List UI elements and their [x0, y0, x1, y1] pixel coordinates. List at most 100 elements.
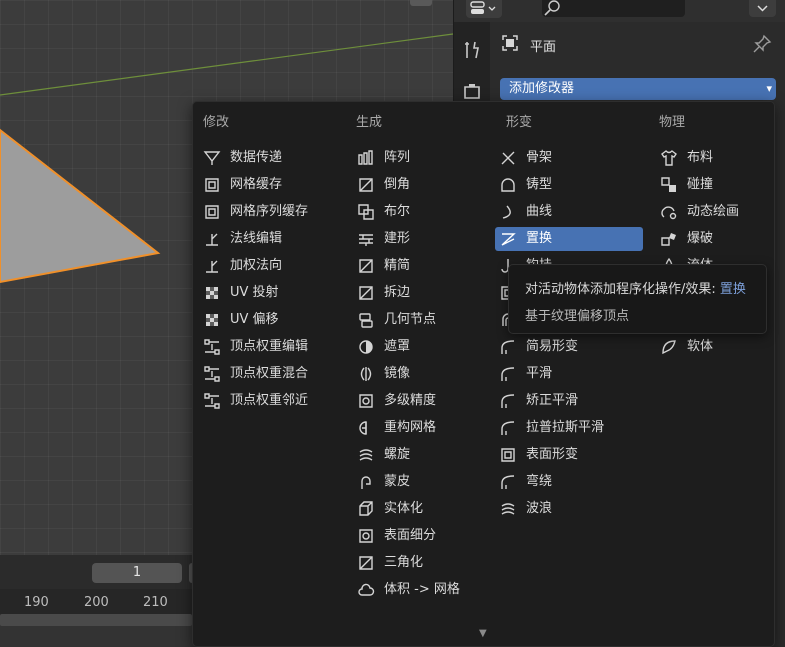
menu-item-surface-deform[interactable]: 表面形变	[499, 443, 639, 467]
menu-item-label: 遮罩	[384, 339, 411, 354]
menu-item-label: 阵列	[384, 150, 411, 165]
column-header-edit: 修改	[203, 115, 230, 130]
data-transfer-icon	[203, 149, 221, 167]
menu-item-vertex-weight-edit[interactable]: 顶点权重编辑	[203, 335, 334, 359]
array-icon	[357, 149, 375, 167]
menu-item-label: 实体化	[384, 501, 424, 516]
menu-item-screw[interactable]: 螺旋	[357, 443, 488, 467]
menu-item-label: 波浪	[526, 501, 553, 516]
ruler-label: 200	[84, 595, 109, 610]
menu-item-uv-warp[interactable]: UV 偏移	[203, 308, 334, 332]
dynamic-paint-icon	[660, 203, 678, 221]
displace-icon	[499, 230, 517, 248]
solidify-icon	[357, 500, 375, 518]
vertex-weight-mix-icon	[203, 365, 221, 383]
menu-item-geometry-nodes[interactable]: 几何节点	[357, 308, 488, 332]
scroll-down-arrow-icon[interactable]: ▼	[479, 628, 487, 639]
timeline-scrollbar[interactable]	[0, 614, 192, 626]
properties-search-input[interactable]	[542, 0, 685, 17]
menu-item-corrective-smooth[interactable]: 矫正平滑	[499, 389, 639, 413]
menu-item-uv-project[interactable]: UV 投射	[203, 281, 334, 305]
menu-item-mesh-cache[interactable]: 网格缓存	[203, 173, 334, 197]
modifier-tooltip: 对活动物体添加程序化操作/效果: 置换 基于纹理偏移顶点	[508, 264, 767, 334]
menu-item-array[interactable]: 阵列	[357, 146, 488, 170]
menu-item-cloth[interactable]: 布料	[660, 146, 756, 170]
menu-item-volume-to-mesh[interactable]: 体积 -> 网格	[357, 578, 488, 602]
tool-tab-icon[interactable]	[462, 40, 482, 60]
menu-item-label: 碰撞	[687, 177, 714, 192]
menu-item-skin[interactable]: 蒙皮	[357, 470, 488, 494]
mirror-icon	[357, 365, 375, 383]
menu-item-label: 几何节点	[384, 312, 437, 327]
editor-type-button[interactable]	[466, 0, 502, 18]
menu-item-wave[interactable]: 波浪	[499, 497, 639, 521]
menu-item-label: 置换	[526, 231, 553, 246]
search-icon	[542, 0, 564, 17]
ruler-label: 190	[24, 595, 49, 610]
menu-item-subdivision[interactable]: 表面细分	[357, 524, 488, 548]
mesh-cache-icon	[203, 176, 221, 194]
ruler-label: 210	[143, 595, 168, 610]
mesh-sequence-cache-icon	[203, 203, 221, 221]
menu-item-curve[interactable]: 曲线	[499, 200, 639, 224]
menu-item-data-transfer[interactable]: 数据传递	[203, 146, 334, 170]
properties-options-dropdown[interactable]	[749, 0, 776, 17]
collision-icon	[660, 176, 676, 192]
menu-item-mask[interactable]: 遮罩	[357, 335, 488, 359]
menu-item-explode[interactable]: 爆破	[660, 227, 756, 251]
menu-item-boolean[interactable]: 布尔	[357, 200, 488, 224]
menu-item-cast[interactable]: 铸型	[499, 173, 639, 197]
menu-item-vertex-weight-mix[interactable]: 顶点权重混合	[203, 362, 334, 386]
menu-item-dynamic-paint[interactable]: 动态绘画	[660, 200, 756, 224]
subdivision-icon	[357, 527, 375, 545]
menu-item-label: 三角化	[384, 555, 424, 570]
add-modifier-label: 添加修改器	[509, 81, 575, 96]
menu-item-warp[interactable]: 弯绕	[499, 470, 639, 494]
add-modifier-button[interactable]: 添加修改器 ▾	[500, 78, 776, 100]
menu-item-edge-split[interactable]: 拆边	[357, 281, 488, 305]
menu-item-decimate[interactable]: 精简	[357, 254, 488, 278]
current-frame-field[interactable]: 1	[92, 563, 182, 583]
menu-item-build[interactable]: 建形	[357, 227, 488, 251]
menu-item-collision[interactable]: 碰撞	[660, 173, 756, 197]
menu-item-mesh-sequence-cache[interactable]: 网格序列缓存	[203, 200, 334, 224]
menu-item-displace[interactable]: 置换	[495, 227, 643, 251]
build-icon	[357, 230, 375, 248]
menu-item-remesh[interactable]: 重构网格	[357, 416, 488, 440]
menu-item-triangulate[interactable]: 三角化	[357, 551, 488, 575]
remesh-icon	[357, 419, 375, 437]
menu-item-armature[interactable]: 骨架	[499, 146, 639, 170]
menu-item-weighted-normal[interactable]: 加权法向	[203, 254, 334, 278]
menu-item-vertex-weight-proximity[interactable]: 顶点权重邻近	[203, 389, 334, 413]
menu-item-label: 简易形变	[526, 339, 579, 354]
menu-item-label: 表面细分	[384, 528, 437, 543]
wave-icon	[499, 500, 517, 518]
menu-item-simple-deform[interactable]: 简易形变	[499, 335, 639, 359]
menu-item-label: 建形	[384, 231, 411, 246]
menu-item-bevel[interactable]: 倒角	[357, 173, 488, 197]
vertex-weight-proximity-icon	[203, 392, 221, 410]
menu-item-normal-edit[interactable]: 法线编辑	[203, 227, 334, 251]
menu-item-solidify[interactable]: 实体化	[357, 497, 488, 521]
menu-item-multires[interactable]: 多级精度	[357, 389, 488, 413]
vertex-weight-edit-icon	[203, 338, 221, 356]
menu-item-soft-body[interactable]: 软体	[660, 335, 756, 359]
menu-item-label: 体积 -> 网格	[384, 582, 460, 597]
render-tab-icon[interactable]	[462, 82, 482, 102]
menu-item-label: 重构网格	[384, 420, 437, 435]
normal-edit-icon	[203, 230, 221, 248]
uv-project-icon	[206, 287, 218, 299]
menu-item-label: 法线编辑	[230, 231, 283, 246]
navigation-gizmo-edge	[410, 0, 432, 6]
menu-item-smooth[interactable]: 平滑	[499, 362, 639, 386]
pin-icon[interactable]	[752, 34, 772, 54]
decimate-icon	[357, 257, 375, 275]
geometry-nodes-icon	[357, 311, 375, 329]
menu-item-laplacian-smooth[interactable]: 拉普拉斯平滑	[499, 416, 639, 440]
menu-item-label: 加权法向	[230, 258, 283, 273]
object-name[interactable]: 平面	[530, 36, 556, 55]
chevron-down-icon: ▾	[766, 82, 772, 95]
menu-item-mirror[interactable]: 镜像	[357, 362, 488, 386]
surface-deform-icon	[499, 446, 517, 464]
menu-item-label: 布料	[687, 150, 714, 165]
